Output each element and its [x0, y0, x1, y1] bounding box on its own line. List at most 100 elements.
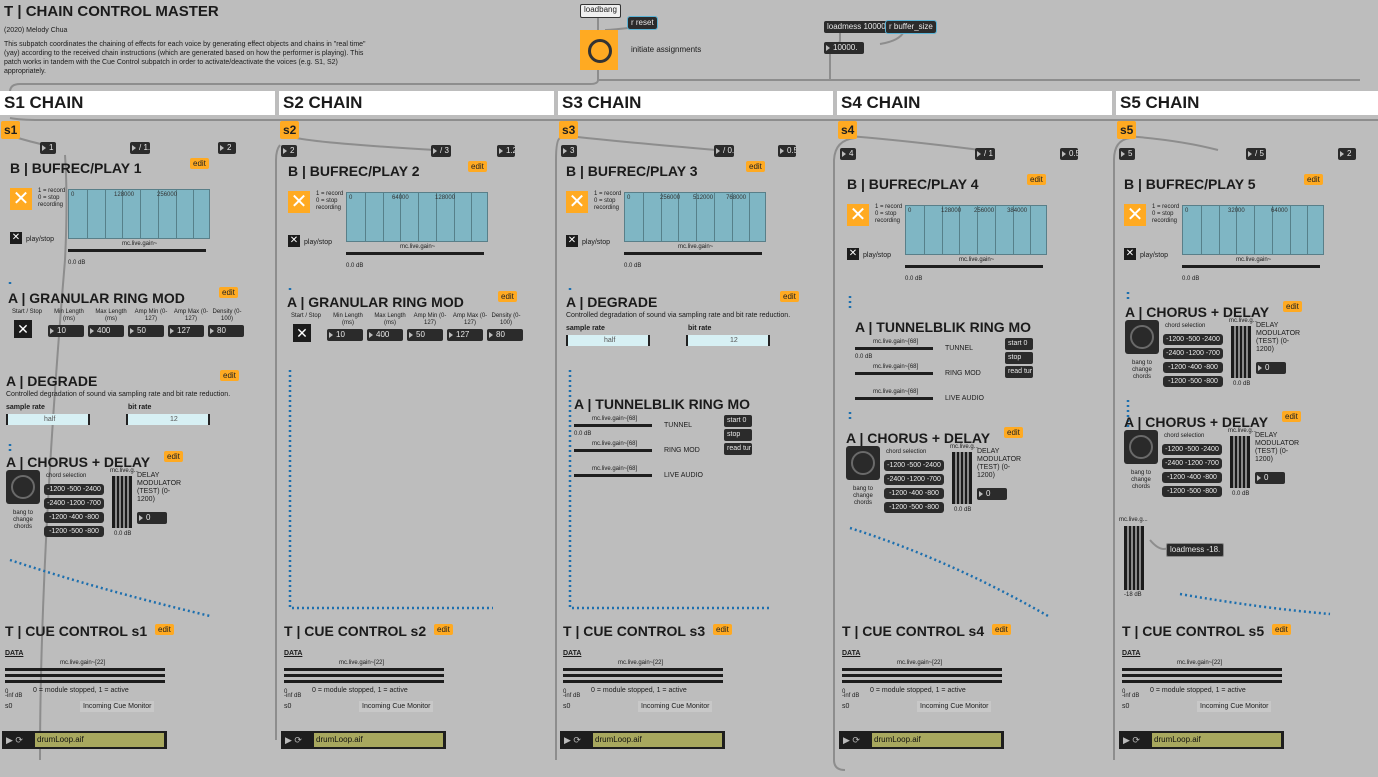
granular-edit-button[interactable]: edit — [498, 291, 517, 302]
chord-option[interactable]: -2400 -1200 -700 — [1163, 348, 1223, 359]
chain-tag[interactable]: s3 — [559, 121, 579, 139]
play-loop-icon[interactable]: ▶ ⟳ — [1123, 734, 1140, 746]
granular-param-number[interactable]: 127 — [447, 329, 483, 341]
bufrec-edit-button[interactable]: edit — [746, 161, 765, 172]
audio-file-player[interactable]: ▶ ⟳ drumLoop.aif — [281, 731, 446, 749]
degrade-edit-button[interactable]: edit — [780, 291, 799, 302]
chain-tag[interactable]: s1 — [1, 121, 21, 139]
chain-value-number[interactable]: 2 — [218, 142, 236, 154]
chord-bang-dial[interactable] — [846, 446, 880, 480]
granular-param-number[interactable]: 80 — [208, 325, 244, 337]
tunnel-msg[interactable]: read tur — [724, 443, 752, 455]
waveform-display[interactable]: 0 32000 64000 — [1182, 205, 1324, 255]
chorus-edit-button[interactable]: edit — [1283, 301, 1302, 312]
granular-start-toggle[interactable]: ✕ — [14, 320, 32, 338]
granular-edit-button[interactable]: edit — [219, 287, 238, 298]
chain-value-number[interactable]: 2 — [1338, 148, 1356, 160]
chord-option[interactable]: -1200 -500 -2400 — [884, 460, 944, 471]
chain-divisor-number[interactable]: / 5 — [1246, 148, 1266, 160]
granular-param-number[interactable]: 50 — [128, 325, 164, 337]
granular-param-number[interactable]: 400 — [367, 329, 403, 341]
audio-file-player[interactable]: ▶ ⟳ drumLoop.aif — [560, 731, 725, 749]
chain-index-number[interactable]: 2 — [281, 145, 297, 157]
play-loop-icon[interactable]: ▶ ⟳ — [6, 734, 23, 746]
delay-number[interactable]: 0 — [1255, 472, 1285, 484]
tunnel-gain-slider[interactable] — [855, 372, 933, 375]
loadmess-18-object[interactable]: loadmess -18. — [1166, 543, 1225, 557]
chord-option[interactable]: -1200 -400 -800 — [1163, 362, 1223, 373]
tunnel-gain-slider[interactable] — [855, 347, 933, 350]
audio-file-player[interactable]: ▶ ⟳ drumLoop.aif — [2, 731, 167, 749]
chain-index-number[interactable]: 5 — [1119, 148, 1135, 160]
chord-option[interactable]: -1200 -500 -800 — [44, 526, 104, 537]
chain-index-number[interactable]: 1 — [40, 142, 56, 154]
chain-divisor-number[interactable]: / 1 — [975, 148, 995, 160]
chain-tag[interactable]: s5 — [1117, 121, 1137, 139]
buffer-size-number[interactable]: 10000. — [824, 42, 864, 54]
degrade-edit-button[interactable]: edit — [220, 370, 239, 381]
gain-slider[interactable] — [346, 252, 484, 255]
chain-value-number[interactable]: 0.5 — [778, 145, 796, 157]
bufrec-edit-button[interactable]: edit — [1027, 174, 1046, 185]
play-loop-icon[interactable]: ▶ ⟳ — [285, 734, 302, 746]
cue-edit-button[interactable]: edit — [434, 624, 453, 635]
initiate-bang-button[interactable] — [580, 30, 618, 70]
play-loop-icon[interactable]: ▶ ⟳ — [843, 734, 860, 746]
chain-divisor-number[interactable]: / 3 — [431, 145, 451, 157]
tunnel-msg[interactable]: stop — [1005, 352, 1033, 364]
r-buffer-size-object[interactable]: r buffer_size — [885, 20, 937, 34]
granular-param-number[interactable]: 80 — [487, 329, 523, 341]
loadmess-object[interactable]: loadmess 10000 — [824, 21, 889, 33]
bufrec-edit-button[interactable]: edit — [468, 161, 487, 172]
chord-option[interactable]: -2400 -1200 -700 — [1162, 458, 1222, 469]
tunnel-msg[interactable]: start 0 — [724, 415, 752, 427]
bufrec-edit-button[interactable]: edit — [1304, 174, 1323, 185]
chorus-edit-button[interactable]: edit — [1004, 427, 1023, 438]
bit-rate-slider[interactable]: 12 — [686, 335, 770, 346]
tunnel-msg[interactable]: read tur — [1005, 366, 1033, 378]
loadbang-object[interactable]: loadbang — [580, 4, 621, 18]
chord-option[interactable]: -1200 -400 -800 — [1162, 472, 1222, 483]
play-stop-toggle[interactable]: ✕ — [288, 235, 300, 247]
tunnel-gain-slider[interactable] — [574, 474, 652, 477]
tunnel-gain-slider[interactable] — [574, 449, 652, 452]
audio-file-player[interactable]: ▶ ⟳ drumLoop.aif — [1119, 731, 1284, 749]
gain-slider[interactable] — [68, 249, 206, 252]
cue-edit-button[interactable]: edit — [713, 624, 732, 635]
tunnel-gain-slider[interactable] — [574, 424, 652, 427]
sample-rate-slider[interactable]: half — [6, 414, 90, 425]
waveform-display[interactable]: 0 128000 256000 384000 — [905, 205, 1047, 255]
chain-tag[interactable]: s2 — [280, 121, 300, 139]
bufrec-edit-button[interactable]: edit — [190, 158, 209, 169]
chord-option[interactable]: -2400 -1200 -700 — [44, 498, 104, 509]
gain-slider[interactable] — [905, 265, 1043, 268]
chord-option[interactable]: -2400 -1200 -700 — [884, 474, 944, 485]
chorus-edit-button[interactable]: edit — [1282, 411, 1301, 422]
play-stop-toggle[interactable]: ✕ — [10, 232, 22, 244]
chord-option[interactable]: -1200 -500 -800 — [1163, 376, 1223, 387]
record-toggle[interactable]: ✕ — [847, 204, 869, 226]
chord-option[interactable]: -1200 -400 -800 — [884, 488, 944, 499]
cue-edit-button[interactable]: edit — [155, 624, 174, 635]
granular-start-toggle[interactable]: ✕ — [293, 324, 311, 342]
tunnel-msg[interactable]: stop — [724, 429, 752, 441]
granular-param-number[interactable]: 10 — [327, 329, 363, 341]
waveform-display[interactable]: 0 256000 512000 768000 — [624, 192, 766, 242]
cue-edit-button[interactable]: edit — [992, 624, 1011, 635]
play-stop-toggle[interactable]: ✕ — [566, 235, 578, 247]
delay-number[interactable]: 0 — [137, 512, 167, 524]
chord-option[interactable]: -1200 -500 -2400 — [1162, 444, 1222, 455]
granular-param-number[interactable]: 127 — [168, 325, 204, 337]
chorus-edit-button[interactable]: edit — [164, 451, 183, 462]
record-toggle[interactable]: ✕ — [10, 188, 32, 210]
chain-divisor-number[interactable]: / 0.5 — [714, 145, 734, 157]
record-toggle[interactable]: ✕ — [1124, 204, 1146, 226]
waveform-display[interactable]: 0 128000 256000 — [68, 189, 210, 239]
record-toggle[interactable]: ✕ — [566, 191, 588, 213]
chain-index-number[interactable]: 3 — [561, 145, 577, 157]
play-stop-toggle[interactable]: ✕ — [1124, 248, 1136, 260]
granular-param-number[interactable]: 50 — [407, 329, 443, 341]
chord-option[interactable]: -1200 -500 -800 — [1162, 486, 1222, 497]
chain-value-number[interactable]: 0.5 — [1060, 148, 1078, 160]
sample-rate-slider[interactable]: half — [566, 335, 650, 346]
